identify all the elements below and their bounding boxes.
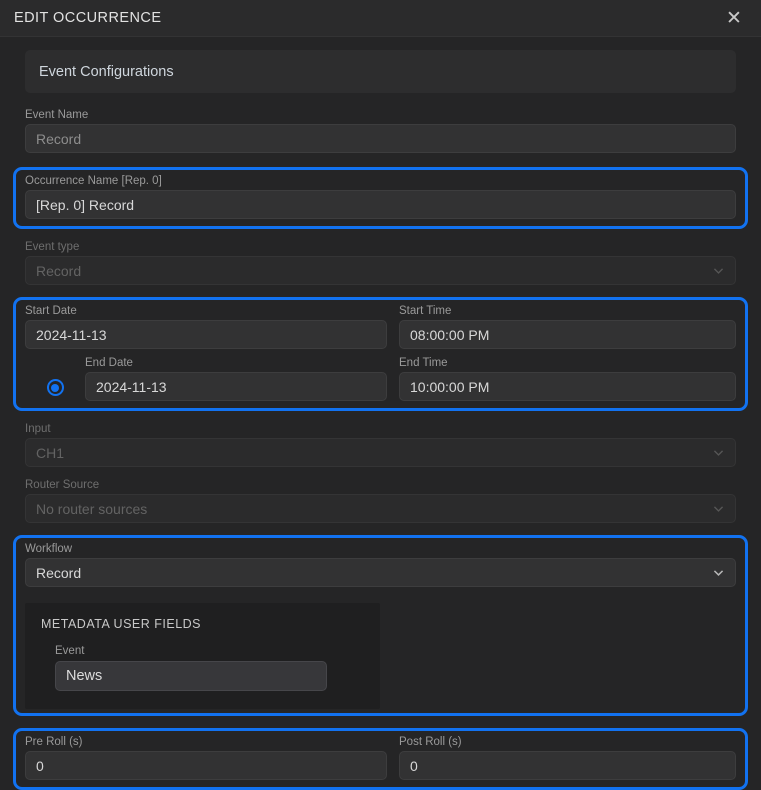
chevron-down-icon bbox=[713, 450, 724, 456]
start-date-label: Start Date bbox=[25, 305, 77, 317]
metadata-user-fields-panel: METADATA USER FIELDS Event News bbox=[25, 603, 380, 709]
event-name-input[interactable]: Record bbox=[25, 124, 736, 153]
start-time-field: Start Time 08:00:00 PM bbox=[387, 305, 736, 349]
chevron-down-icon bbox=[713, 268, 724, 274]
dialog-titlebar: EDIT OCCURRENCE ✕ bbox=[0, 0, 761, 37]
router-source-label: Router Source bbox=[25, 479, 100, 491]
chevron-down-icon bbox=[713, 570, 724, 577]
end-time-input[interactable]: 10:00:00 PM bbox=[399, 372, 736, 401]
event-type-field: Event type Record bbox=[13, 241, 748, 285]
event-configurations-panel: Event Configurations bbox=[25, 50, 736, 93]
dialog-body: Event Configurations Event Name Record O… bbox=[0, 37, 761, 790]
workflow-highlight: Workflow Record METADATA USER FIELDS Eve… bbox=[13, 535, 748, 716]
workflow-value: Record bbox=[36, 564, 82, 581]
router-source-value: No router sources bbox=[36, 500, 148, 517]
metadata-event-field: Event News bbox=[41, 645, 364, 691]
pre-roll-input[interactable]: 0 bbox=[25, 751, 387, 780]
metadata-event-label: Event bbox=[55, 645, 85, 657]
event-type-select: Record bbox=[25, 256, 736, 285]
end-row: End Date 2024-11-13 End Time 10:00:00 PM bbox=[25, 357, 736, 401]
chevron-down-icon bbox=[713, 506, 724, 512]
pre-roll-field: Pre Roll (s) 0 bbox=[25, 736, 387, 780]
start-date-input[interactable]: 2024-11-13 bbox=[25, 320, 387, 349]
dialog-title: EDIT OCCURRENCE bbox=[14, 10, 162, 26]
workflow-select[interactable]: Record bbox=[25, 558, 736, 587]
input-channel-label: Input bbox=[25, 423, 51, 435]
input-channel-field: Input CH1 bbox=[13, 423, 748, 467]
input-channel-value: CH1 bbox=[36, 444, 65, 461]
event-configurations-title: Event Configurations bbox=[39, 63, 174, 80]
event-name-field: Event Name Record bbox=[13, 109, 748, 153]
date-range-radio[interactable] bbox=[25, 357, 85, 401]
event-type-value: Record bbox=[36, 262, 82, 279]
end-time-field: End Time 10:00:00 PM bbox=[387, 357, 736, 401]
end-date-field: End Date 2024-11-13 bbox=[85, 357, 387, 401]
radio-dot bbox=[51, 383, 59, 392]
roll-row: Pre Roll (s) 0 Post Roll (s) 0 bbox=[25, 736, 736, 780]
event-type-label: Event type bbox=[25, 241, 80, 253]
post-roll-label: Post Roll (s) bbox=[399, 736, 462, 748]
end-time-label: End Time bbox=[399, 357, 448, 369]
occurrence-name-input[interactable]: [Rep. 0] Record bbox=[25, 190, 736, 219]
roll-highlight: Pre Roll (s) 0 Post Roll (s) 0 bbox=[13, 728, 748, 790]
metadata-user-fields-title: METADATA USER FIELDS bbox=[41, 617, 202, 631]
pre-roll-label: Pre Roll (s) bbox=[25, 736, 83, 748]
router-source-select: No router sources bbox=[25, 494, 736, 523]
metadata-event-input[interactable]: News bbox=[55, 661, 327, 691]
radio-icon[interactable] bbox=[46, 379, 64, 396]
workflow-label: Workflow bbox=[25, 543, 73, 555]
post-roll-input[interactable]: 0 bbox=[399, 751, 736, 780]
start-time-input[interactable]: 08:00:00 PM bbox=[399, 320, 736, 349]
edit-occurrence-dialog: EDIT OCCURRENCE ✕ Event Configurations E… bbox=[0, 0, 761, 790]
end-date-group: End Date 2024-11-13 bbox=[25, 357, 387, 401]
end-date-input[interactable]: 2024-11-13 bbox=[85, 372, 387, 401]
start-date-field: Start Date 2024-11-13 bbox=[25, 305, 387, 349]
date-time-highlight: Start Date 2024-11-13 Start Time 08:00:0… bbox=[13, 297, 748, 411]
start-time-label: Start Time bbox=[399, 305, 452, 317]
event-name-label: Event Name bbox=[25, 109, 89, 121]
post-roll-field: Post Roll (s) 0 bbox=[387, 736, 736, 780]
occurrence-name-highlight: Occurrence Name [Rep. 0] [Rep. 0] Record bbox=[13, 167, 748, 229]
occurrence-name-label: Occurrence Name [Rep. 0] bbox=[25, 175, 162, 187]
router-source-field: Router Source No router sources bbox=[13, 479, 748, 523]
close-icon[interactable]: ✕ bbox=[721, 5, 747, 31]
end-date-label: End Date bbox=[85, 357, 133, 369]
start-row: Start Date 2024-11-13 Start Time 08:00:0… bbox=[25, 305, 736, 349]
input-channel-select: CH1 bbox=[25, 438, 736, 467]
